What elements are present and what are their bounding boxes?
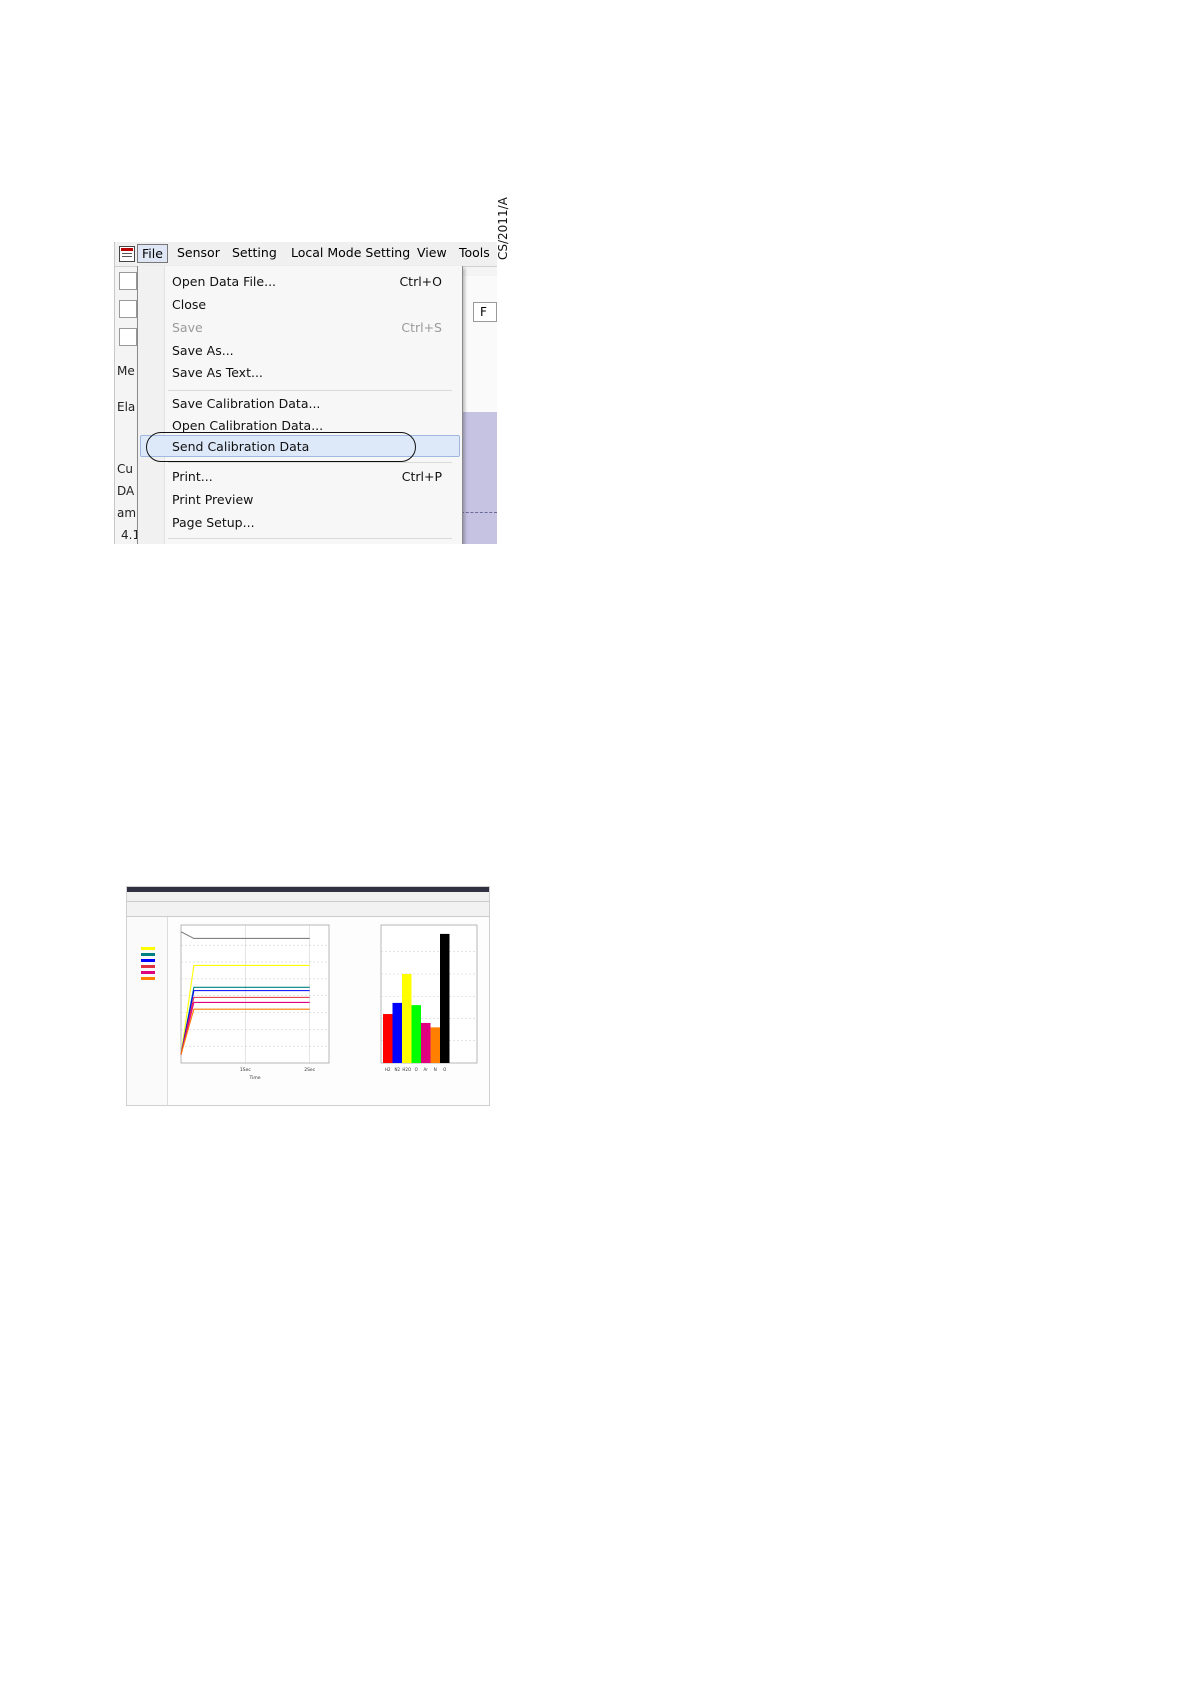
window-menu-bar[interactable] bbox=[127, 892, 489, 902]
channel-swatch[interactable] bbox=[141, 965, 155, 968]
graph-gridline bbox=[461, 512, 497, 513]
channel-swatch[interactable] bbox=[141, 971, 155, 974]
file-dropdown-menu: Open Data File... Ctrl+O Close Save Ctrl… bbox=[137, 266, 463, 544]
menu-item-close[interactable]: Close bbox=[172, 297, 206, 312]
bar-tick-label: Ar bbox=[424, 1067, 429, 1072]
line-plot-frame bbox=[180, 924, 330, 1064]
menu-item-save-calibration-data[interactable]: Save Calibration Data... bbox=[172, 396, 320, 411]
bar-o bbox=[440, 933, 450, 1063]
menu-tools[interactable]: Tools bbox=[459, 245, 490, 260]
bar-tick-label: H2O bbox=[402, 1067, 411, 1072]
app-icon[interactable] bbox=[119, 246, 135, 262]
bar-tick-label: N bbox=[434, 1067, 437, 1072]
menu-item-print-preview[interactable]: Print Preview bbox=[172, 492, 253, 507]
shortcut-print: Ctrl+P bbox=[401, 469, 442, 484]
bar-ar bbox=[421, 1022, 431, 1063]
menu-setting[interactable]: Setting bbox=[232, 245, 277, 260]
label-fragment: am bbox=[117, 506, 137, 520]
menu-file[interactable]: File bbox=[137, 244, 168, 263]
trend-and-bar-chart: 1Sec 2Sec Time H2 N2 H2O O Ar N O bbox=[180, 924, 478, 1081]
label-fragment: Cu bbox=[117, 462, 133, 476]
bar-n bbox=[430, 1027, 440, 1063]
bar-n2 bbox=[392, 1002, 402, 1063]
x-tick-label: 2Sec bbox=[304, 1067, 315, 1073]
open-folder-icon[interactable] bbox=[119, 272, 137, 290]
settings-icon[interactable] bbox=[119, 328, 137, 346]
menu-sensor[interactable]: Sensor bbox=[177, 245, 220, 260]
menu-view[interactable]: View bbox=[417, 245, 447, 260]
bar-h2 bbox=[383, 1014, 393, 1063]
bar-tick-label: H2 bbox=[385, 1067, 391, 1072]
shortcut-save: Ctrl+S bbox=[401, 320, 442, 335]
graph-view-icon[interactable] bbox=[119, 300, 137, 318]
bar-tick-label: O bbox=[443, 1067, 446, 1072]
menu-item-save[interactable]: Save bbox=[172, 320, 203, 335]
channel-swatch[interactable] bbox=[141, 953, 155, 956]
menu-separator bbox=[168, 390, 452, 391]
x-tick-label: 1Sec bbox=[240, 1067, 251, 1073]
menu-separator bbox=[168, 462, 452, 463]
plot-area: 1Sec 2Sec Time H2 N2 H2O O Ar N O bbox=[167, 917, 489, 1105]
channel-swatch[interactable] bbox=[141, 959, 155, 962]
menu-separator bbox=[168, 538, 452, 539]
menu-item-print[interactable]: Print... bbox=[172, 469, 213, 484]
channel-swatch[interactable] bbox=[141, 977, 155, 980]
figure-caption: CS/2011/A bbox=[496, 197, 510, 260]
bar-tick-label: O bbox=[415, 1067, 418, 1072]
channel-list bbox=[141, 947, 155, 980]
shortcut-open: Ctrl+O bbox=[399, 274, 442, 289]
label-fragment: Me bbox=[117, 364, 135, 378]
menu-item-page-setup[interactable]: Page Setup... bbox=[172, 515, 255, 530]
file-menu-screenshot: Me Ela Cu DA am 4.1 F File Sensor Settin… bbox=[114, 242, 497, 544]
f-button[interactable]: F bbox=[473, 302, 497, 322]
bar-tick-label: N2 bbox=[394, 1067, 400, 1072]
x-axis-label: Time bbox=[248, 1075, 260, 1081]
window-toolbar[interactable] bbox=[127, 902, 489, 917]
bar-o bbox=[411, 1005, 421, 1063]
menu-item-save-as-text[interactable]: Save As Text... bbox=[172, 365, 263, 380]
menu-icon-gutter bbox=[138, 266, 165, 544]
data-window-screenshot: 1Sec 2Sec Time H2 N2 H2O O Ar N O bbox=[126, 886, 490, 1106]
menu-item-open-calibration-data[interactable]: Open Calibration Data... bbox=[172, 418, 323, 433]
label-fragment: DA bbox=[117, 484, 135, 498]
menu-bar: File Sensor Setting Local Mode Setting V… bbox=[115, 242, 497, 267]
menu-item-save-as[interactable]: Save As... bbox=[172, 343, 234, 358]
bar-h2o bbox=[402, 973, 412, 1063]
callout-ellipse bbox=[146, 432, 416, 462]
graph-area bbox=[461, 412, 497, 544]
menu-item-open-data-file[interactable]: Open Data File... bbox=[172, 274, 276, 289]
label-fragment: Ela bbox=[117, 400, 136, 414]
menu-local-mode-setting[interactable]: Local Mode Setting bbox=[291, 245, 410, 260]
channel-list-panel bbox=[127, 917, 168, 1105]
channel-swatch[interactable] bbox=[141, 947, 155, 950]
